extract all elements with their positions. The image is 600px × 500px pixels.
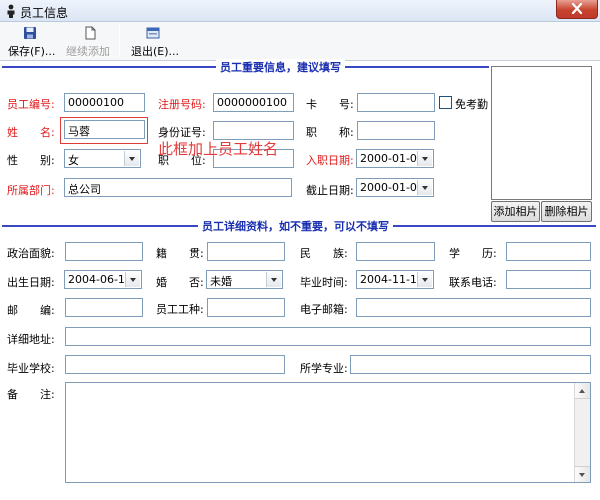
reg-no-input[interactable]: 0000000100 [213,93,294,112]
emp-no-label: 员工编号: [7,98,55,111]
chevron-down-icon[interactable] [124,151,139,166]
birth-label: 出生日期: [7,276,55,289]
ethnic-label: 民 族: [300,247,348,260]
postcode-label: 邮 编: [7,304,55,317]
toolbar: 保存(F)... 继续添加 退出(E)... [0,22,600,61]
birth-date-picker[interactable]: 2004-06-11 [64,270,142,289]
end-date-label: 截止日期: [306,184,354,197]
exit-button[interactable]: 退出(E)... [128,24,180,58]
person-icon [7,4,15,18]
gender-label: 性 别: [7,154,55,167]
floppy-disk-icon [24,27,36,39]
window-title: 员工信息 [20,6,69,20]
birth-value: 2004-06-11 [68,273,132,286]
grad-date-picker[interactable]: 2004-11-11 [356,270,434,289]
remark-scrollbar[interactable] [574,383,590,482]
school-input[interactable] [65,355,285,374]
dept-label: 所属部门: [7,184,55,197]
add-photo-button[interactable]: 添加相片 [491,201,540,222]
grad-time-value: 2004-11-11 [360,273,424,286]
title-input[interactable] [357,121,435,140]
gender-value: 女 [68,154,79,167]
chevron-down-icon[interactable] [417,272,432,287]
save-label: 保存(F)... [8,45,56,58]
delete-photo-button[interactable]: 删除相片 [541,201,592,222]
politics-label: 政治面貌: [7,247,55,260]
dept-input[interactable]: 总公司 [64,178,292,197]
ethnic-input[interactable] [356,242,435,261]
scroll-down-icon[interactable] [575,466,590,482]
close-button[interactable] [556,0,598,19]
scroll-up-icon[interactable] [575,383,590,399]
exit-window-icon [146,27,160,39]
toolbar-separator [119,25,120,57]
email-input[interactable] [356,298,591,317]
exempt-checkbox[interactable] [439,96,452,109]
chevron-down-icon[interactable] [125,272,140,287]
continue-add-button[interactable]: 继续添加 [64,24,112,58]
edu-label: 学 历: [449,247,497,260]
important-info-title: 员工重要信息，建议填写 [216,59,345,75]
major-label: 所学专业: [300,362,348,375]
email-label: 电子邮箱: [300,303,348,316]
annotation-highlight [60,117,148,144]
card-label: 卡 号: [306,98,354,111]
join-date-label: 入职日期: [306,154,354,167]
remark-label: 备 注: [7,388,55,401]
reg-no-label: 注册号码: [158,98,206,111]
chevron-down-icon[interactable] [417,180,432,195]
native-input[interactable] [207,242,285,261]
chevron-down-icon[interactable] [417,151,432,166]
save-button[interactable]: 保存(F)... [6,24,56,58]
marital-select[interactable]: 未婚 [206,270,283,289]
continue-add-label: 继续添加 [66,45,110,58]
phone-label: 联系电话: [449,276,497,289]
close-icon [571,3,583,14]
school-label: 毕业学校: [7,362,55,375]
marital-value: 未婚 [210,275,232,288]
end-date-value: 2000-01-01 [360,181,424,194]
chevron-down-icon[interactable] [266,272,281,287]
native-label: 籍 贯: [156,247,204,260]
edu-input[interactable] [506,242,591,261]
join-date-picker[interactable]: 2000-01-01 [356,149,434,168]
detail-info-title: 员工详细资料，如不重要，可以不填写 [198,218,393,234]
name-label: 姓 名: [7,126,55,139]
emp-type-input[interactable] [207,298,285,317]
join-date-value: 2000-01-01 [360,152,424,165]
gender-select[interactable]: 女 [64,149,141,168]
address-input[interactable] [65,327,591,346]
marital-label: 婚 否: [156,276,204,289]
major-input[interactable] [350,355,591,374]
photo-box [491,66,592,200]
address-label: 详细地址: [7,333,55,346]
title-bar: 员工信息 [0,0,600,22]
new-document-icon [85,26,96,40]
end-date-picker[interactable]: 2000-01-01 [356,178,434,197]
annotation-text: 此框加上员工姓名 [158,140,279,158]
remark-textarea[interactable] [65,382,591,483]
title-label: 职 称: [306,126,354,139]
postcode-input[interactable] [65,298,143,317]
exempt-label: 免考勤 [455,98,488,111]
card-input[interactable] [357,93,435,112]
emp-type-label: 员工工种: [156,303,204,316]
phone-input[interactable] [506,270,591,289]
grad-time-label: 毕业时间: [300,276,348,289]
emp-no-input[interactable]: 00000100 [64,93,145,112]
politics-input[interactable] [65,242,143,261]
exit-label: 退出(E)... [131,45,180,58]
